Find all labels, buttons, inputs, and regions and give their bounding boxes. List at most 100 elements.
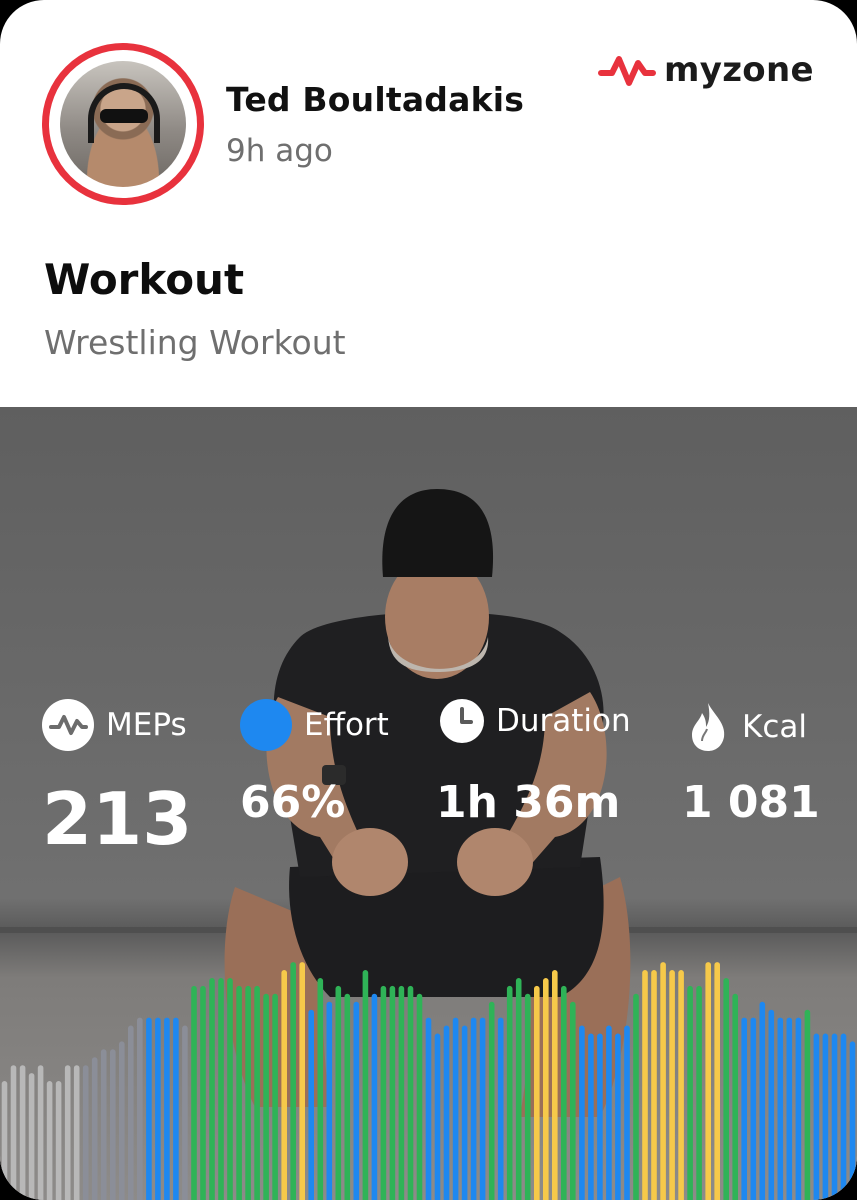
- zone-bar: [552, 970, 558, 1200]
- zone-bar: [191, 985, 197, 1200]
- zone-bar: [588, 1033, 594, 1200]
- avatar-photo: [60, 61, 186, 187]
- zone-bar: [254, 985, 260, 1200]
- zone-bar: [209, 978, 215, 1200]
- zone-bar: [840, 1033, 847, 1200]
- zone-bar: [10, 1065, 17, 1200]
- zone-bar: [479, 1017, 486, 1200]
- zone-bar: [110, 1049, 116, 1200]
- zone-bar: [714, 962, 720, 1200]
- zone-bar: [470, 1017, 477, 1200]
- zone-bar: [425, 1017, 432, 1200]
- myzone-pulse-icon: [598, 56, 656, 86]
- zone-bar: [100, 1049, 107, 1200]
- zone-bar: [443, 1025, 450, 1200]
- zone-bar: [687, 985, 693, 1200]
- zone-bar: [146, 1017, 152, 1200]
- zone-bar: [290, 962, 296, 1200]
- zone-bar: [434, 1033, 441, 1200]
- zone-bar: [200, 985, 206, 1200]
- zone-bar: [606, 1025, 612, 1200]
- zone-bar: [561, 985, 567, 1200]
- zone-bar: [119, 1041, 125, 1200]
- zone-bar: [371, 993, 378, 1200]
- zone-bar: [804, 1009, 811, 1200]
- zone-bar: [579, 1025, 585, 1200]
- zone-bar: [416, 993, 423, 1200]
- zone-bar: [28, 1073, 35, 1200]
- zone-bar: [55, 1081, 62, 1200]
- heart-rate-zone-bars: [1, 962, 856, 1200]
- zone-bar: [461, 1025, 468, 1200]
- zone-bar: [37, 1065, 44, 1200]
- zone-bar: [308, 1009, 314, 1200]
- zone-bar: [597, 1033, 603, 1200]
- zone-bar: [389, 985, 396, 1200]
- zone-bar: [777, 1017, 784, 1200]
- zone-bar: [299, 962, 305, 1200]
- zone-bar: [678, 970, 684, 1200]
- zone-bar: [236, 985, 242, 1200]
- avatar[interactable]: [42, 43, 204, 205]
- zone-bar: [524, 993, 531, 1200]
- workout-photo[interactable]: MEPs Effort Duration Kcal 213 66% 1h 36m…: [0, 407, 857, 1200]
- zone-bar: [506, 985, 513, 1200]
- zone-bar: [281, 970, 287, 1200]
- zone-bar: [696, 985, 702, 1200]
- zone-bar: [326, 1001, 333, 1200]
- zone-bar: [398, 985, 405, 1200]
- zone-bar: [362, 970, 369, 1200]
- post-subtitle: Wrestling Workout: [44, 323, 346, 362]
- zone-bar: [750, 1017, 757, 1200]
- zone-bar: [660, 962, 666, 1200]
- zone-bar: [19, 1065, 26, 1200]
- zone-bar: [82, 1065, 89, 1200]
- sunglasses-detail: [100, 109, 148, 123]
- zone-bar: [452, 1017, 459, 1200]
- zone-bar: [515, 978, 522, 1200]
- zone-bar: [633, 993, 639, 1200]
- user-name[interactable]: Ted Boultadakis: [226, 80, 524, 119]
- zone-bar: [669, 970, 675, 1200]
- zone-bar: [813, 1033, 820, 1200]
- zone-bar: [543, 978, 549, 1200]
- zone-bar: [380, 985, 387, 1200]
- zone-bar: [732, 993, 738, 1200]
- zone-bar: [173, 1017, 179, 1200]
- zone-bar: [488, 1001, 495, 1200]
- zone-bar: [642, 970, 648, 1200]
- workout-post-card: Ted Boultadakis 9h ago myzone Workout Wr…: [0, 0, 857, 1200]
- zone-bar: [227, 978, 233, 1200]
- zone-bar: [615, 1033, 621, 1200]
- zone-bar: [128, 1025, 134, 1200]
- zone-bar: [822, 1033, 829, 1200]
- zone-bar: [786, 1017, 793, 1200]
- zone-bar: [155, 1017, 161, 1200]
- zone-bar: [164, 1017, 170, 1200]
- zone-bar: [1, 1081, 8, 1200]
- zone-bar: [245, 985, 251, 1200]
- zone-bar: [741, 1017, 747, 1200]
- zone-bar: [831, 1033, 838, 1200]
- zone-bar: [182, 1025, 188, 1200]
- zone-bar: [263, 993, 269, 1200]
- zone-bar: [849, 1041, 856, 1200]
- brand-logo: myzone: [598, 50, 814, 90]
- brand-name: myzone: [664, 50, 814, 90]
- zone-bar: [91, 1057, 98, 1200]
- zone-bar: [759, 1001, 766, 1200]
- zone-bar: [497, 1017, 504, 1200]
- zone-bar: [335, 985, 342, 1200]
- post-timestamp: 9h ago: [226, 133, 333, 169]
- zone-bar: [534, 985, 540, 1200]
- zone-bar: [723, 978, 729, 1200]
- zone-bar: [218, 978, 224, 1200]
- zone-bar: [344, 993, 351, 1200]
- zone-bar: [768, 1009, 775, 1200]
- zone-bar: [651, 970, 657, 1200]
- zone-bar: [73, 1065, 80, 1200]
- zone-bar: [353, 1001, 360, 1200]
- zone-bar: [64, 1065, 71, 1200]
- zone-bar: [317, 978, 324, 1200]
- zone-bar: [137, 1017, 143, 1200]
